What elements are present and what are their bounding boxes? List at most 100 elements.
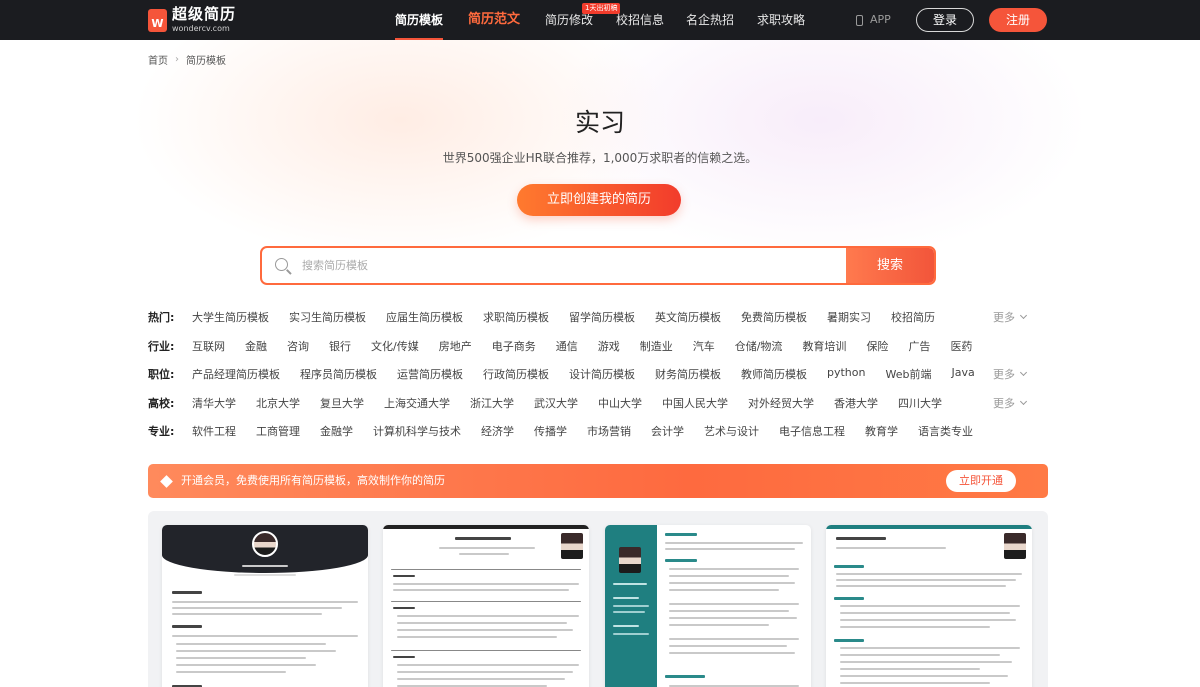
filter-tag[interactable]: 英文简历模板 (655, 309, 721, 325)
filter-tag[interactable]: 清华大学 (192, 395, 236, 411)
diamond-icon (160, 475, 173, 488)
filter-tag[interactable]: 文化/传媒 (371, 338, 419, 354)
filter-tag[interactable]: 通信 (556, 338, 578, 354)
filter-tag[interactable]: 汽车 (693, 338, 715, 354)
filter-tag[interactable]: 留学简历模板 (569, 309, 635, 325)
filter-tag[interactable]: 金融学 (320, 423, 353, 439)
filter-tag[interactable]: 经济学 (481, 423, 514, 439)
breadcrumb-home[interactable]: 首页 (148, 52, 168, 67)
filter-label: 热门: (148, 311, 175, 324)
filter-tag[interactable]: 上海交通大学 (384, 395, 450, 411)
filter-tag[interactable]: 实习生简历模板 (289, 309, 366, 325)
filter-tag[interactable]: 校招简历 (891, 309, 935, 325)
nav-company-jobs[interactable]: 名企热招 (686, 0, 734, 40)
filter-tag[interactable]: 暑期实习 (827, 309, 871, 325)
filter-tag[interactable]: 咨询 (287, 338, 309, 354)
filter-tag[interactable]: 广告 (908, 338, 930, 354)
filter-tag[interactable]: 四川大学 (898, 395, 942, 411)
filter-more-toggle[interactable]: 更多 (993, 365, 1028, 383)
filter-tag[interactable]: 会计学 (651, 423, 684, 439)
chevron-down-icon (1019, 397, 1028, 406)
top-navigation-bar: W 超级简历 wondercv.com 简历模板 简历范文 简历修改 1天出初稿… (0, 0, 1200, 40)
filter-label: 职位: (148, 368, 175, 381)
filter-tag[interactable]: 行政简历模板 (483, 366, 549, 382)
filter-tag[interactable]: 语言类专业 (918, 423, 973, 439)
template-card[interactable] (605, 525, 811, 687)
template-photo (561, 533, 583, 559)
nav-samples[interactable]: 简历范文 (468, 0, 520, 40)
open-membership-button[interactable]: 立即开通 (946, 470, 1016, 492)
filter-row: 行业: 互联网 金融 咨询 银行 文化/传媒 房地产 电子商务 通信 游戏 制造业 汽车 仓储/物流 教育… (148, 337, 992, 355)
logo-domain: wondercv.com (172, 24, 230, 33)
filter-tag[interactable]: 免费简历模板 (741, 309, 807, 325)
filter-tag[interactable]: 保险 (866, 338, 888, 354)
filter-tag[interactable]: 中国人民大学 (662, 395, 728, 411)
nav-job-tips[interactable]: 求职攻略 (757, 0, 805, 40)
filter-tag[interactable]: 武汉大学 (534, 395, 578, 411)
template-card[interactable] (826, 525, 1032, 687)
filter-tag[interactable]: 工商管理 (256, 423, 300, 439)
filter-tag[interactable]: 游戏 (598, 338, 620, 354)
site-logo[interactable]: W 超级简历 wondercv.com (148, 7, 236, 33)
filter-tag[interactable]: 制造业 (640, 338, 673, 354)
filter-tag[interactable]: 程序员简历模板 (300, 366, 377, 382)
template-card[interactable] (383, 525, 589, 687)
filter-tag[interactable]: 电子信息工程 (779, 423, 845, 439)
app-download-link[interactable]: APP (856, 0, 891, 40)
filter-label: 高校: (148, 397, 175, 410)
nav-templates[interactable]: 简历模板 (384, 0, 454, 40)
template-card[interactable] (162, 525, 368, 687)
chevron-down-icon (1019, 311, 1028, 320)
filter-tag[interactable]: Java (951, 366, 974, 382)
filter-tag[interactable]: 运营简历模板 (397, 366, 463, 382)
filter-tag[interactable]: 教育培训 (802, 338, 846, 354)
filter-tag[interactable]: 互联网 (192, 338, 225, 354)
filter-tag[interactable]: 设计简历模板 (569, 366, 635, 382)
filter-tag[interactable]: 市场营销 (587, 423, 631, 439)
filter-tag[interactable]: 中山大学 (598, 395, 642, 411)
filter-tag[interactable]: 大学生简历模板 (192, 309, 269, 325)
breadcrumb: 首页 › 简历模板 (148, 52, 226, 67)
filter-tag[interactable]: 计算机科学与技术 (373, 423, 461, 439)
search-button[interactable]: 搜索 (846, 248, 934, 283)
template-photo (1004, 533, 1026, 559)
filter-tag[interactable]: 医药 (950, 338, 972, 354)
filter-tag[interactable]: 传播学 (534, 423, 567, 439)
login-button[interactable]: 登录 (916, 8, 974, 32)
register-button[interactable]: 注册 (989, 8, 1047, 32)
filter-tag[interactable]: 复旦大学 (320, 395, 364, 411)
filter-tag[interactable]: python (827, 366, 865, 382)
template-preview-header (826, 525, 1032, 529)
search-input[interactable] (302, 248, 842, 283)
filter-tag[interactable]: 香港大学 (834, 395, 878, 411)
filter-tag[interactable]: 产品经理简历模板 (192, 366, 280, 382)
filter-tag[interactable]: 北京大学 (256, 395, 300, 411)
filter-tag[interactable]: 银行 (329, 338, 351, 354)
filter-tag[interactable]: 应届生简历模板 (386, 309, 463, 325)
filter-tag[interactable]: 电子商务 (492, 338, 536, 354)
more-label: 更多 (993, 311, 1015, 324)
filter-tag[interactable]: 软件工程 (192, 423, 236, 439)
app-label: APP (870, 13, 891, 26)
filter-tag[interactable]: 对外经贸大学 (748, 395, 814, 411)
filter-tag[interactable]: 求职简历模板 (483, 309, 549, 325)
filter-label: 行业: (148, 340, 175, 353)
filter-tag[interactable]: 房地产 (439, 338, 472, 354)
filter-tag[interactable]: 仓储/物流 (735, 338, 783, 354)
filter-tag[interactable]: 教育学 (865, 423, 898, 439)
filter-tag[interactable]: 教师简历模板 (741, 366, 807, 382)
filter-tag[interactable]: 金融 (245, 338, 267, 354)
page-subtitle: 世界500强企业HR联合推荐，1,000万求职者的信赖之选。 (442, 151, 758, 165)
search-icon (275, 258, 288, 271)
filter-more-toggle[interactable]: 更多 (993, 394, 1028, 412)
template-photo (252, 531, 278, 557)
create-resume-button[interactable]: 立即创建我的简历 (517, 184, 681, 216)
filter-tag[interactable]: 浙江大学 (470, 395, 514, 411)
breadcrumb-current: 简历模板 (186, 56, 226, 67)
filter-more-toggle[interactable]: 更多 (993, 308, 1028, 326)
filter-tag[interactable]: Web前端 (885, 366, 931, 382)
filter-tag[interactable]: 艺术与设计 (704, 423, 759, 439)
filter-tag[interactable]: 财务简历模板 (655, 366, 721, 382)
phone-icon (856, 14, 863, 26)
nav-campus-jobs[interactable]: 校招信息 (616, 0, 664, 40)
